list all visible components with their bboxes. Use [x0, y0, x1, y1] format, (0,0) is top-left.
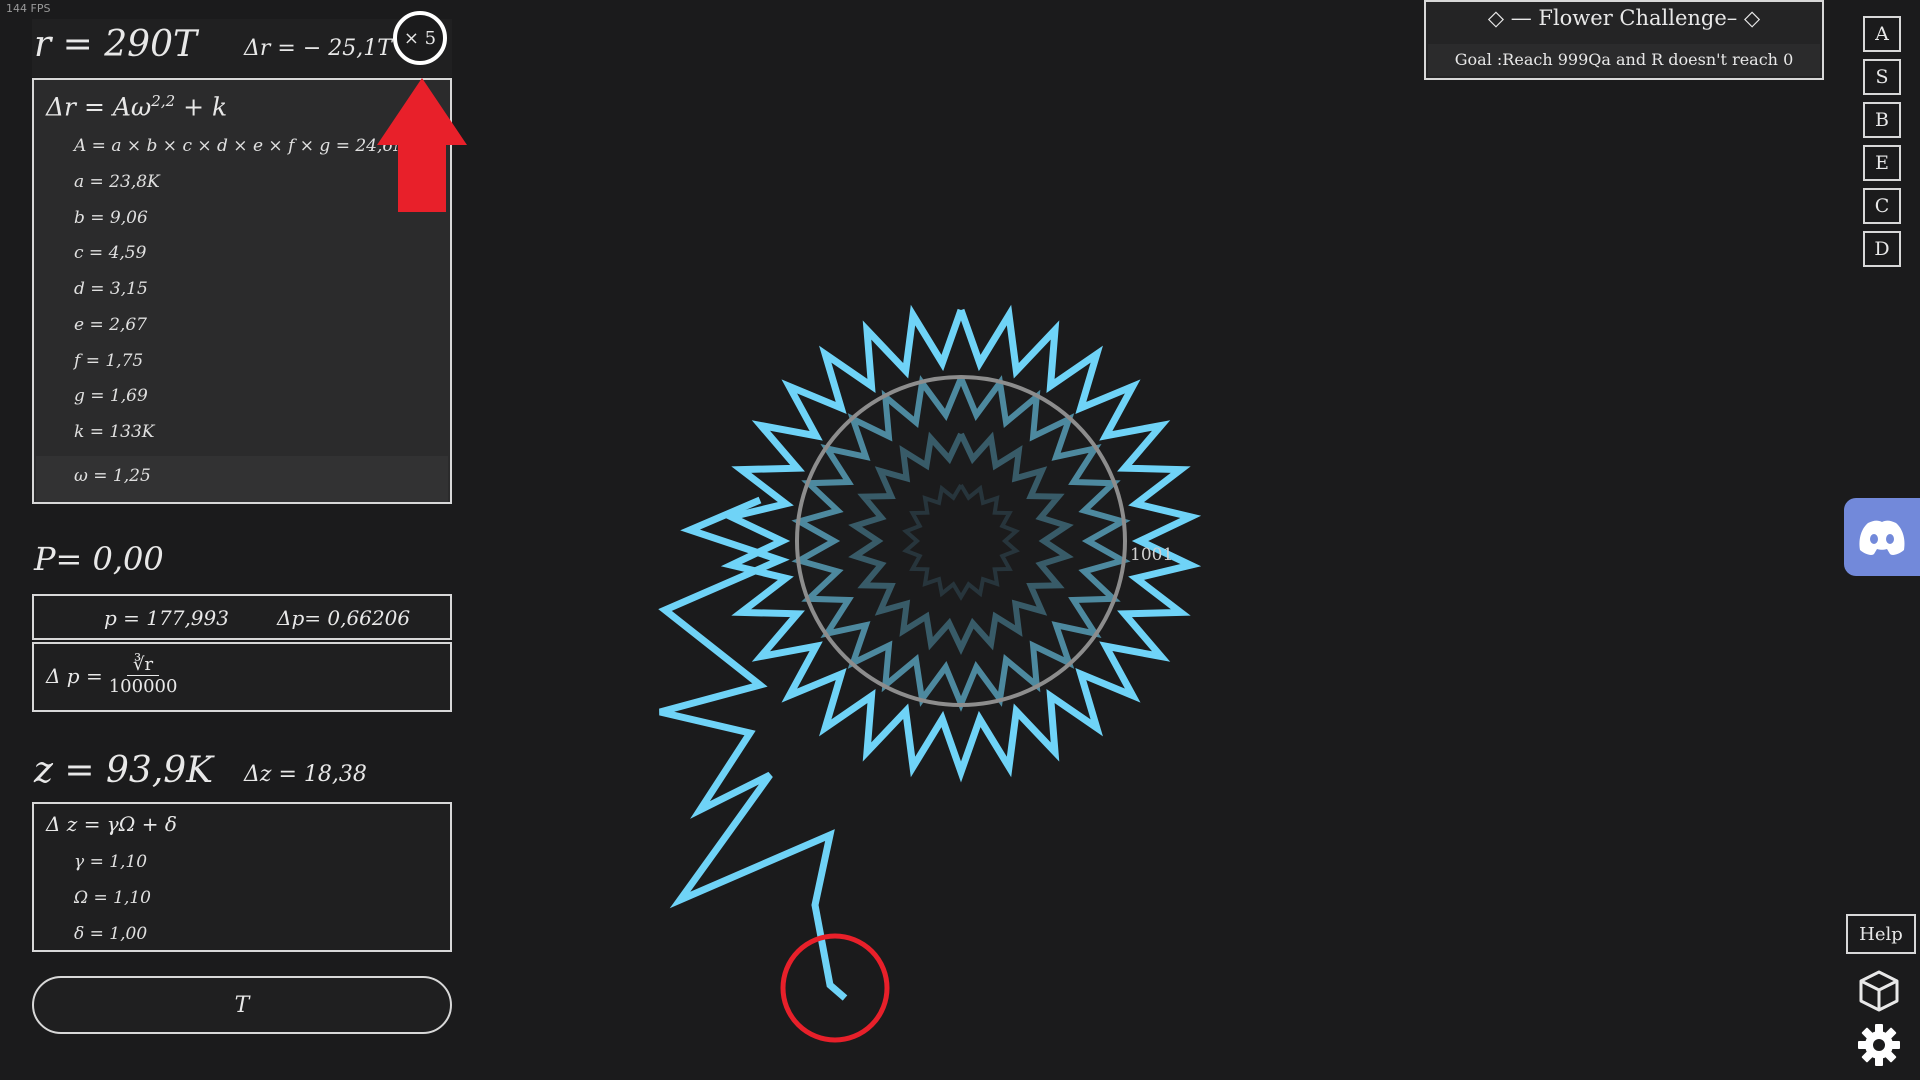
spiral-ring-1 — [848, 431, 1074, 655]
challenge-title: ◇ — Flower Challenge– ◇ — [1487, 6, 1761, 30]
discord-icon — [1859, 520, 1920, 576]
spiral-ring-0 — [902, 483, 1020, 601]
nav-button-d[interactable]: D — [1863, 231, 1901, 267]
nav-button-b[interactable]: B — [1863, 102, 1901, 138]
spiral-tail — [658, 496, 848, 1001]
challenge-panel: ◇ — Flower Challenge– ◇ Goal :Reach 999Q… — [1424, 0, 1824, 80]
help-button[interactable]: Help — [1846, 914, 1916, 954]
nav-button-e[interactable]: E — [1863, 145, 1901, 181]
spiral-graph: 1001 — [377, 78, 1202, 1043]
spiral-lines — [658, 304, 1202, 1001]
nav-button-s[interactable]: S — [1863, 59, 1901, 95]
nav-button-c[interactable]: C — [1863, 188, 1901, 224]
challenge-goal: Goal :Reach 999Qa and R doesn't reach 0 — [1428, 44, 1820, 76]
gear-icon[interactable] — [1856, 1022, 1902, 1068]
cube-icon[interactable] — [1856, 968, 1902, 1014]
nav-button-a[interactable]: A — [1863, 16, 1901, 52]
red-arrow-annotation — [377, 78, 467, 212]
spiral-label: 1001 — [1130, 545, 1173, 565]
spiral-ring-2 — [791, 375, 1131, 712]
discord-button[interactable] — [1844, 498, 1920, 576]
unit-circle — [795, 375, 1127, 707]
